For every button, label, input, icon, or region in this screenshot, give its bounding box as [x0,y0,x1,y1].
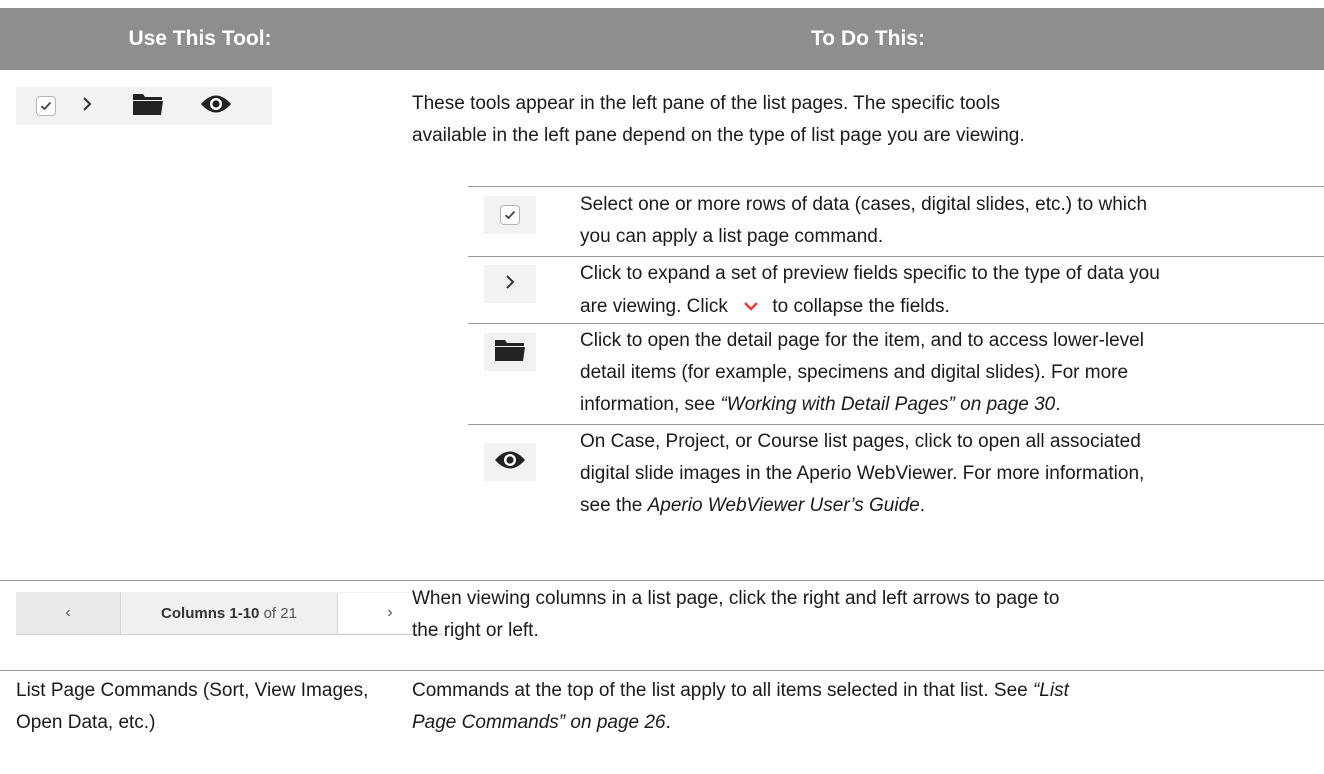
text-line: are viewing. Click to collapse the field… [580,290,1160,323]
table-header: Use This Tool: To Do This: [0,8,1324,70]
pager-label-rest: of 21 [259,604,297,622]
detail-page-text: Click to open the detail page for the it… [580,325,1144,421]
intro-line: These tools appear in the left pane of t… [412,93,1000,114]
chevron-right-icon [505,274,515,295]
intro-line: available in the left pane depend on the… [412,125,1025,146]
divider [468,256,1324,257]
pager-label-bold: Columns 1-10 [161,604,260,622]
intro-text: These tools appear in the left pane of t… [412,88,1025,152]
checkbox-icon-cell [484,196,536,234]
text-line: you can apply a list page command. [580,226,884,247]
text-line: information, see “Working with Detail Pa… [580,389,1144,421]
text-line: Click to expand a set of preview fields … [580,263,1160,284]
text-line: Click to open the detail page for the it… [580,330,1144,351]
divider [468,323,1324,324]
chevron-down-icon [743,290,759,322]
text-fragment: . [919,495,926,516]
text-fragment: . [665,712,671,733]
expand-text: Click to expand a set of preview fields … [580,258,1160,323]
text-line: Commands at the top of the list apply to… [412,675,1069,707]
folder-icon-cell [484,333,536,371]
list-page-commands-link[interactable]: “List [1033,680,1069,701]
webviewer-text: On Case, Project, or Course list pages, … [580,426,1144,522]
text-fragment: to collapse the fields. [772,296,950,317]
pager-description: When viewing columns in a list page, cli… [412,583,1059,647]
eye-icon-cell [484,443,536,481]
text-fragment: Commands at the top of the list apply to… [412,680,1033,701]
webviewer-guide-link[interactable]: Aperio WebViewer User’s Guide [648,495,920,516]
list-page-commands-tool: List Page Commands (Sort, View Images, O… [16,675,368,739]
working-with-detail-pages-link[interactable]: “Working with Detail Pages” on page 30 [720,394,1055,415]
text-line: see the Aperio WebViewer User’s Guide. [580,490,1144,522]
text-fragment: see the [580,495,648,516]
chevron-right-icon: › [387,604,393,621]
text-line: the right or left. [412,620,539,641]
text-line: Page Commands” on page 26. [412,707,1069,739]
chevron-right-icon-cell [484,265,536,303]
pager-prev-button: ‹ [16,592,121,634]
text-fragment: are viewing. Click [580,296,728,317]
left-pane-tools-image [16,87,272,125]
eye-icon [494,449,526,476]
list-page-commands-description: Commands at the top of the list apply to… [412,675,1069,739]
eye-icon [200,93,232,120]
folder-icon [494,338,526,367]
text-line: digital slide images in the Aperio WebVi… [580,463,1145,484]
divider [0,580,1324,581]
text-fragment: . [1055,394,1061,415]
pager-label: Columns 1-10 of 21 [121,605,337,622]
checkbox-icon [36,96,56,116]
chevron-left-icon: ‹ [65,604,71,621]
text-fragment: information, see [580,394,721,415]
divider [468,424,1324,425]
text-line: When viewing columns in a list page, cli… [412,588,1060,609]
text-line: Open Data, etc.) [16,712,156,733]
divider [468,186,1324,187]
chevron-right-icon [82,96,92,117]
list-page-commands-link[interactable]: Page Commands” on page 26 [412,712,666,733]
text-line: List Page Commands (Sort, View Images, [16,680,369,701]
column-pager-image: ‹ Columns 1-10 of 21 › [16,592,442,635]
checkbox-icon [500,205,520,225]
text-line: detail items (for example, specimens and… [580,362,1129,383]
header-use-this-tool: Use This Tool: [128,27,272,50]
divider [0,670,1324,671]
folder-icon [132,92,164,121]
header-to-do-this: To Do This: [811,27,925,50]
text-line: On Case, Project, or Course list pages, … [580,431,1141,452]
select-rows-text: Select one or more rows of data (cases, … [580,189,1147,253]
text-line: Select one or more rows of data (cases, … [580,194,1148,215]
tools-table: Use This Tool: To Do This: These tools a… [0,0,1324,774]
